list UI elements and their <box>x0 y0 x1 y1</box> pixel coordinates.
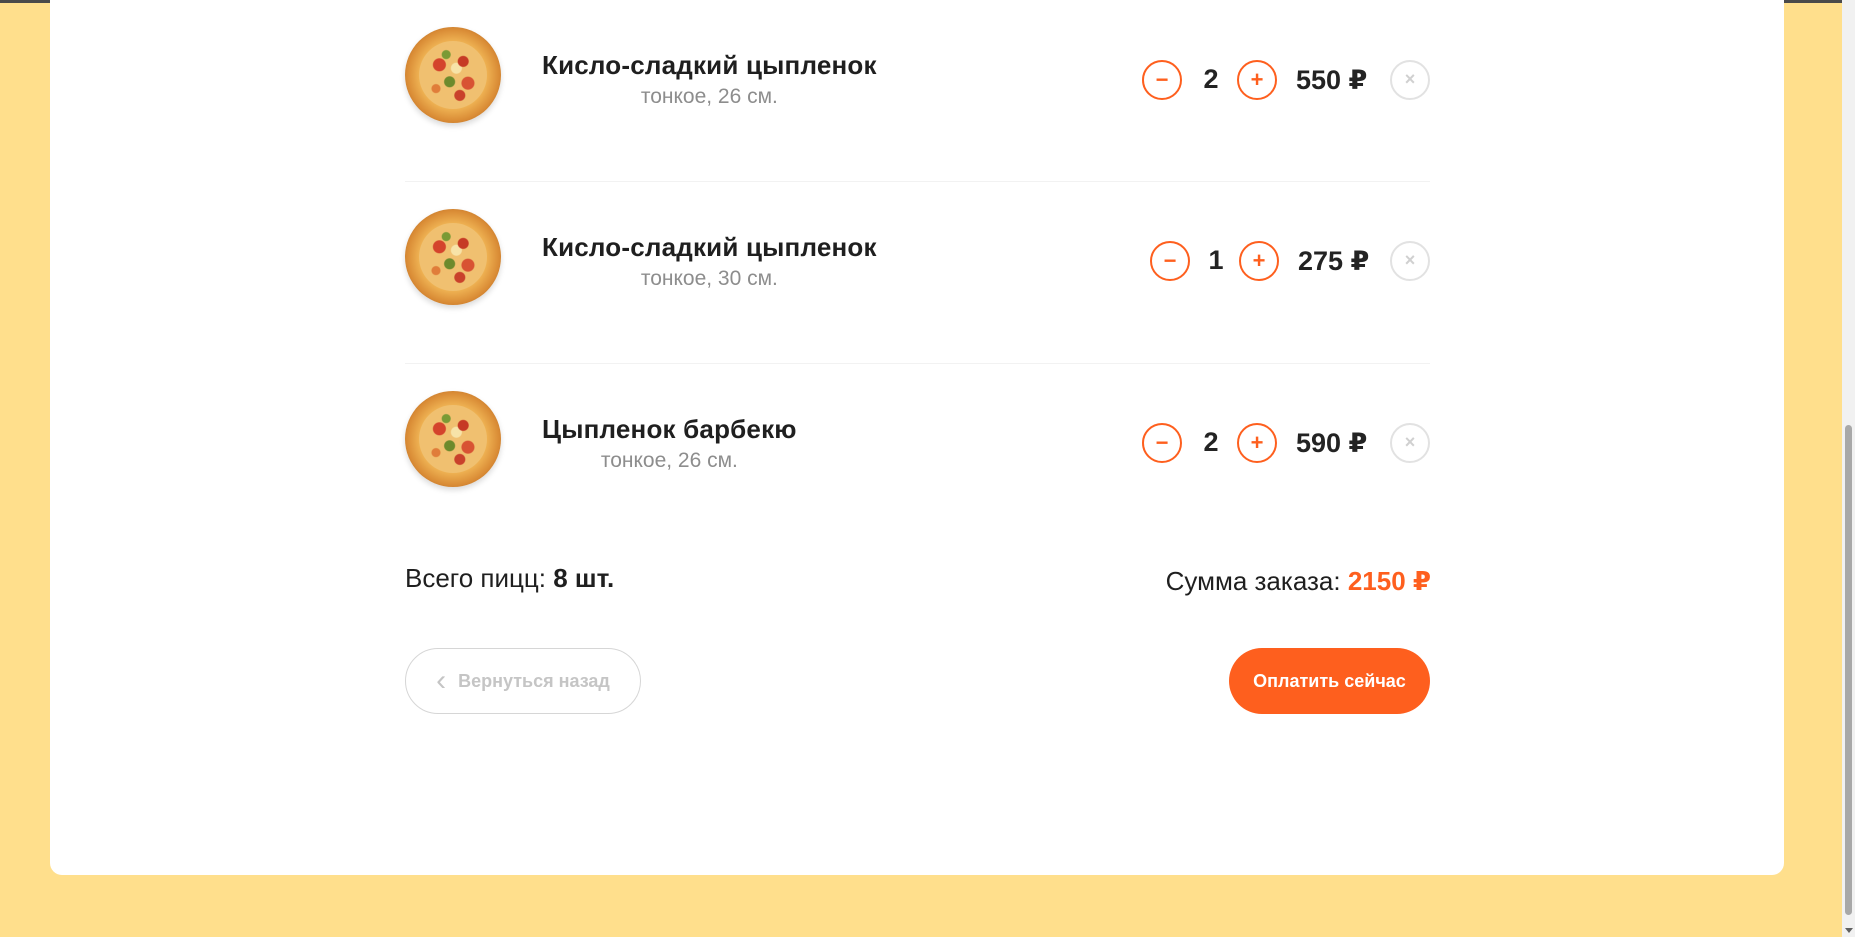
cart-item-count: 2 <box>1203 427 1219 457</box>
chevron-left-icon: ‹ <box>436 664 447 697</box>
cart-item: Цыпленок барбекю тонкое, 26 см. − 2 + 59… <box>405 364 1430 546</box>
decrease-button[interactable]: − <box>1142 423 1182 463</box>
vertical-scrollbar[interactable] <box>1842 0 1855 937</box>
order-sum-label: Сумма заказа: <box>1165 566 1341 596</box>
minus-icon: − <box>1155 430 1169 455</box>
plus-icon: + <box>1252 248 1266 273</box>
remove-item-button[interactable]: × <box>1390 423 1430 463</box>
cart-item-details: тонкое, 26 см. <box>600 449 738 472</box>
close-icon: × <box>1404 250 1416 270</box>
cart-item-title: Цыпленок барбекю <box>542 414 797 444</box>
cart-item: Кисло-сладкий цыпленок тонкое, 30 см. − … <box>405 182 1430 364</box>
minus-icon: − <box>1155 67 1169 92</box>
decrease-button[interactable]: − <box>1150 241 1190 281</box>
remove-item-button[interactable]: × <box>1390 241 1430 281</box>
close-icon: × <box>1404 432 1416 452</box>
pay-now-button[interactable]: Оплатить сейчас <box>1229 648 1430 714</box>
remove-item-button[interactable]: × <box>1390 60 1430 100</box>
plus-icon: + <box>1250 67 1264 92</box>
cart-item: Кисло-сладкий цыпленок тонкое, 26 см. − … <box>405 0 1430 182</box>
pizza-image <box>405 209 501 305</box>
go-back-label: Вернуться назад <box>458 670 610 691</box>
total-pizzas-label: Всего пицц: <box>405 563 547 593</box>
order-sum: Сумма заказа: 2150 ₽ <box>1166 566 1431 597</box>
increase-button[interactable]: + <box>1237 423 1277 463</box>
decrease-button[interactable]: − <box>1142 60 1182 100</box>
pizza-image <box>405 391 501 487</box>
cart-item-info: Цыпленок барбекю тонкое, 26 см. <box>542 414 797 473</box>
cart-item-count: 1 <box>1208 245 1224 275</box>
cart-item-info: Кисло-сладкий цыпленок тонкое, 30 см. <box>542 232 877 291</box>
cart-item-details: тонкое, 30 см. <box>640 267 778 290</box>
cart-item-details: тонкое, 26 см. <box>640 85 778 108</box>
increase-button[interactable]: + <box>1237 60 1277 100</box>
total-pizzas-value: 8 шт. <box>553 563 615 593</box>
scroll-down-arrow-icon[interactable] <box>1845 928 1853 933</box>
cart-item-info: Кисло-сладкий цыпленок тонкое, 26 см. <box>542 50 877 109</box>
increase-button[interactable]: + <box>1239 241 1279 281</box>
cart-item-price: 590 ₽ <box>1296 428 1368 458</box>
total-pizzas: Всего пицц: 8 шт. <box>405 563 614 594</box>
pizza-image <box>405 27 501 123</box>
close-icon: × <box>1404 69 1416 89</box>
plus-icon: + <box>1250 430 1264 455</box>
cart-item-count: 2 <box>1203 64 1219 94</box>
cart-item-price: 550 ₽ <box>1296 65 1368 95</box>
pay-now-label: Оплатить сейчас <box>1253 670 1406 691</box>
scrollbar-thumb[interactable] <box>1845 425 1852 915</box>
order-sum-value: 2150 ₽ <box>1347 566 1431 596</box>
cart-item-price: 275 ₽ <box>1298 246 1370 276</box>
cart-item-title: Кисло-сладкий цыпленок <box>542 50 877 80</box>
minus-icon: − <box>1163 248 1177 273</box>
go-back-button[interactable]: ‹ Вернуться назад <box>405 648 641 714</box>
cart-item-title: Кисло-сладкий цыпленок <box>542 232 877 262</box>
